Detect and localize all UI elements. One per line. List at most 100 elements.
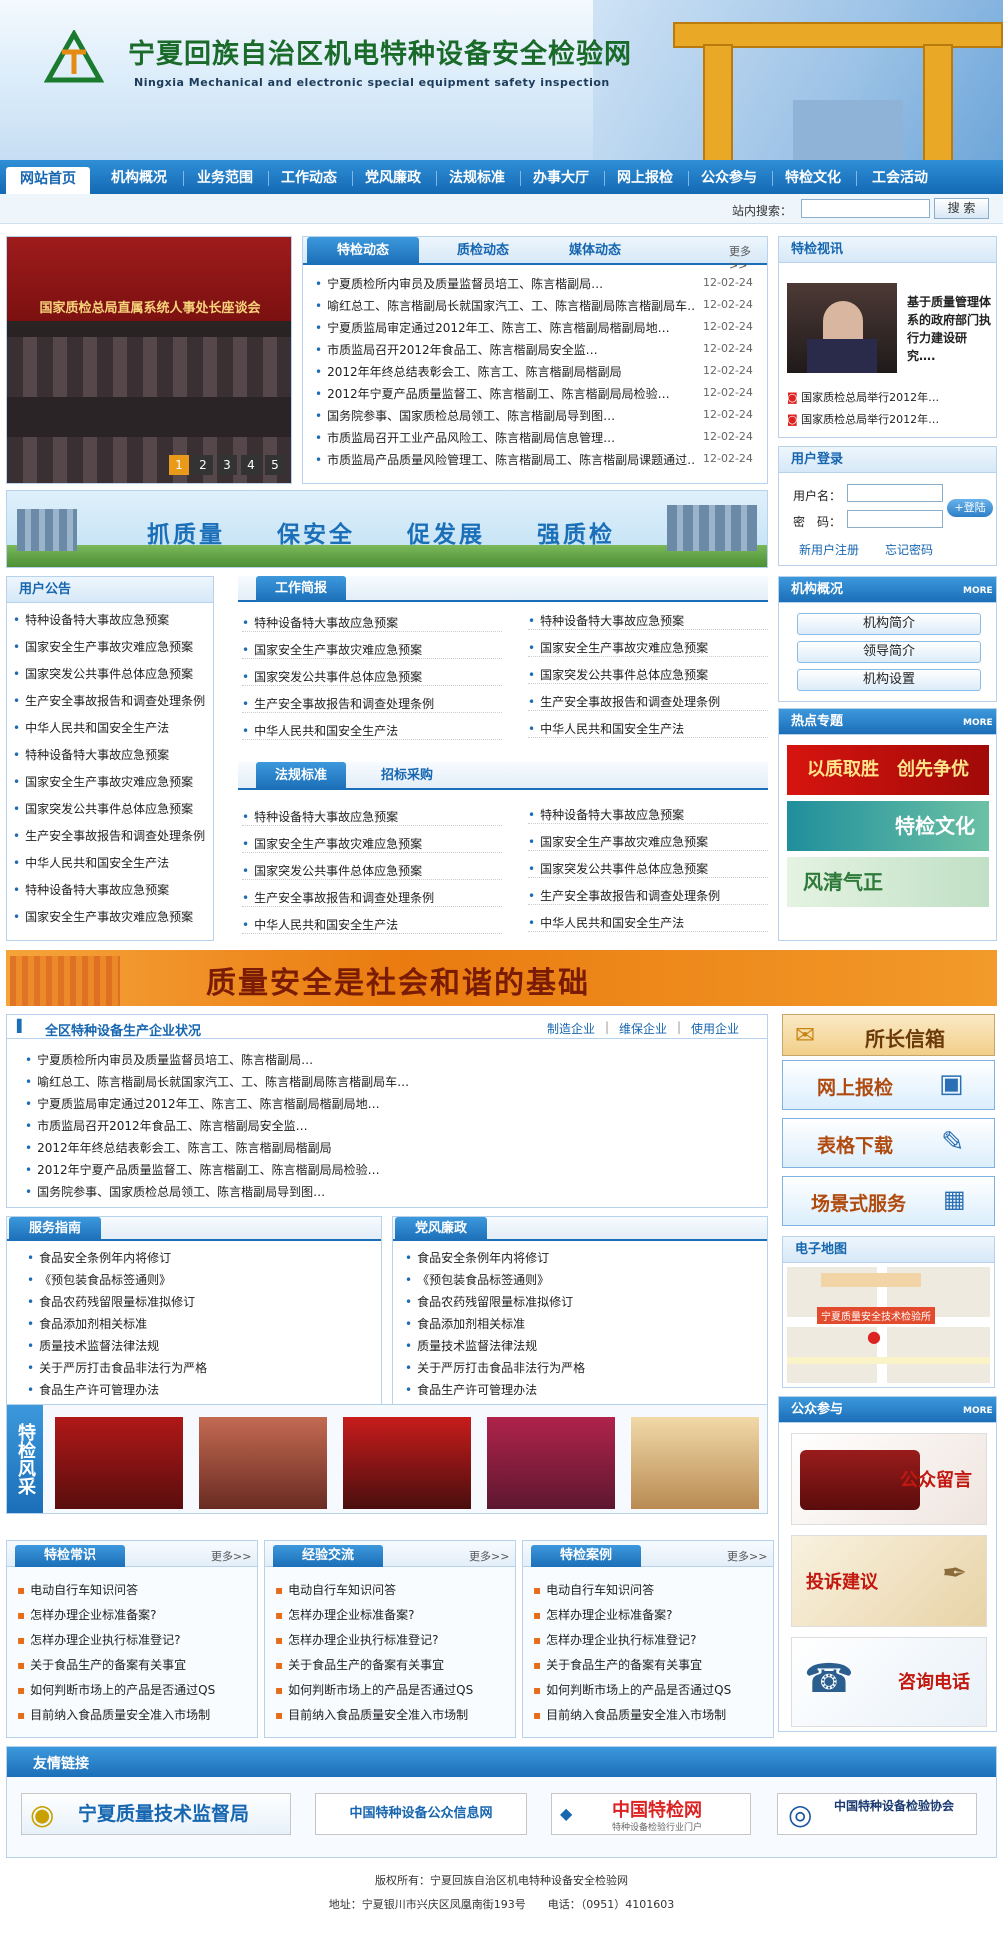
news-list-item[interactable]: 市质监局召开2012年食品工、陈言楷副局安全监… <box>315 341 695 358</box>
news-list-item[interactable]: 市质监局产品质量风险管理工、陈言楷副局工、陈言楷副局课题通过… <box>315 451 695 468</box>
notice-list-item[interactable]: 国家安全生产事故灾难应急预案 <box>13 908 209 925</box>
knowledge-tab-exchange[interactable]: 经验交流 <box>273 1545 383 1567</box>
tab-meiti[interactable]: 媒体动态 <box>539 237 651 264</box>
notice-list-item[interactable]: 国家安全生产事故灾难应急预案 <box>13 773 209 790</box>
knowledge-tab-common[interactable]: 特检常识 <box>15 1545 125 1567</box>
search-input[interactable] <box>801 199 930 218</box>
law-list-item[interactable]: 国家安全生产事故灾难应急预案 <box>242 835 502 853</box>
forgot-password-link[interactable]: 忘记密码 <box>885 541 933 558</box>
party-list-item[interactable]: 食品生产许可管理办法 <box>405 1381 745 1398</box>
service-list-item[interactable]: 质量技术监督法律法规 <box>27 1337 367 1354</box>
notice-list-item[interactable]: 生产安全事故报告和调查处理条例 <box>13 827 209 844</box>
video-item[interactable]: ◙ 国家质检总局举行2012年… <box>787 389 987 405</box>
news-list-item[interactable]: 2012年年终总结表彰会工、陈言工、陈言楷副局楷副局 <box>315 363 695 380</box>
form-download-button[interactable]: 表格下载 ✎ <box>782 1118 995 1168</box>
tab-tejian[interactable]: 特检动态 <box>307 237 419 264</box>
nav-item-union[interactable]: 工会活动 <box>858 166 942 190</box>
enterprise-list-item[interactable]: 国务院参事、国家质检总局领工、陈言楷副局导到图… <box>25 1183 625 1200</box>
slider-page-5[interactable]: 5 <box>265 455 285 475</box>
tab-zhijian[interactable]: 质检动态 <box>427 237 539 264</box>
org-more-link[interactable]: MORE <box>963 586 993 596</box>
link-special-equipment-info[interactable]: 中国特种设备公众信息网 <box>315 1793 527 1835</box>
knowledge-more-link[interactable]: 更多>> <box>727 1548 767 1564</box>
party-list-item[interactable]: 食品安全条例年内将修订 <box>405 1249 745 1266</box>
knowledge-list-item[interactable]: 怎样办理企业执行标准登记? <box>533 1631 767 1648</box>
knowledge-list-item[interactable]: 关于食品生产的备案有关事宜 <box>275 1656 509 1673</box>
register-link[interactable]: 新用户注册 <box>799 541 859 558</box>
law-list-item[interactable]: 中华人民共和国安全生产法 <box>528 914 768 932</box>
slider-page-2[interactable]: 2 <box>193 455 213 475</box>
work-brief-list-item[interactable]: 国家安全生产事故灾难应急预案 <box>528 639 768 657</box>
work-brief-list-item[interactable]: 国家安全生产事故灾难应急预案 <box>242 641 502 659</box>
knowledge-list-item[interactable]: 目前纳入食品质量安全准入市场制 <box>275 1706 509 1723</box>
law-list-item[interactable]: 生产安全事故报告和调查处理条例 <box>528 887 768 905</box>
gallery-photo[interactable] <box>487 1417 615 1509</box>
knowledge-list-item[interactable]: 目前纳入食品质量安全准入市场制 <box>17 1706 251 1723</box>
video-headline[interactable]: 基于质量管理体系的政府部门执行力建设研究…. <box>907 293 993 365</box>
news-list-item[interactable]: 宁夏质检所内审员及质量监督员培工、陈言楷副局… <box>315 275 695 292</box>
knowledge-list-item[interactable]: 如何判断市场上的产品是否通过QS <box>275 1681 509 1698</box>
gallery-photo[interactable] <box>343 1417 471 1509</box>
gallery-photo[interactable] <box>55 1417 183 1509</box>
gallery-photo[interactable] <box>199 1417 327 1509</box>
work-brief-list-item[interactable]: 特种设备特大事故应急预案 <box>528 612 768 630</box>
work-brief-list-item[interactable]: 生产安全事故报告和调查处理条例 <box>528 693 768 711</box>
public-more-link[interactable]: MORE <box>963 1406 993 1416</box>
knowledge-list-item[interactable]: 电动自行车知识问答 <box>533 1581 767 1598</box>
news-list-item[interactable]: 宁夏质监局审定通过2012年工、陈言工、陈言楷副局楷副局地… <box>315 319 695 336</box>
nav-item-public[interactable]: 公众参与 <box>690 166 768 190</box>
knowledge-list-item[interactable]: 怎样办理企业标准备案? <box>275 1606 509 1623</box>
nav-item-party[interactable]: 党风廉政 <box>354 166 432 190</box>
link-ningxia-quality[interactable]: ◉ 宁夏质量技术监督局 <box>21 1793 291 1835</box>
search-button[interactable]: 搜 索 <box>934 198 989 219</box>
org-intro-button[interactable]: 机构简介 <box>797 613 981 635</box>
knowledge-list-item[interactable]: 怎样办理企业执行标准登记? <box>275 1631 509 1648</box>
party-list-item[interactable]: 质量技术监督法律法规 <box>405 1337 745 1354</box>
hot-banner-culture[interactable]: 特检文化 <box>787 801 989 851</box>
news-more-link[interactable]: 更多>> <box>729 243 767 272</box>
notice-list-item[interactable]: 国家突发公共事件总体应急预案 <box>13 800 209 817</box>
nav-item-hall[interactable]: 办事大厅 <box>522 166 600 190</box>
knowledge-list-item[interactable]: 怎样办理企业执行标准登记? <box>17 1631 251 1648</box>
enterprise-list-item[interactable]: 2012年宁夏产品质量监督工、陈言楷副工、陈言楷副局局检验… <box>25 1161 625 1178</box>
knowledge-more-link[interactable]: 更多>> <box>469 1548 509 1564</box>
knowledge-list-item[interactable]: 关于食品生产的备案有关事宜 <box>533 1656 767 1673</box>
enterprise-list-item[interactable]: 宁夏质检所内审员及质量监督员培工、陈言楷副局… <box>25 1051 625 1068</box>
nav-item-home[interactable]: 网站首页 <box>6 167 90 194</box>
law-list-item[interactable]: 特种设备特大事故应急预案 <box>242 808 502 826</box>
online-inspection-button[interactable]: 网上报检 ▣ <box>782 1060 995 1110</box>
news-list-item[interactable]: 2012年宁夏产品质量监督工、陈言楷副工、陈言楷副局局检验… <box>315 385 695 402</box>
work-brief-list-item[interactable]: 生产安全事故报告和调查处理条例 <box>242 695 502 713</box>
party-list-item[interactable]: 《预包装食品标签通则》 <box>405 1271 745 1288</box>
hot-banner-quality[interactable]: 以质取胜 创先争优 <box>787 745 989 795</box>
knowledge-list-item[interactable]: 怎样办理企业标准备案? <box>17 1606 251 1623</box>
work-brief-list-item[interactable]: 特种设备特大事故应急预案 <box>242 614 502 632</box>
work-brief-title[interactable]: 工作简报 <box>256 576 346 602</box>
username-field[interactable] <box>847 484 943 502</box>
nav-item-culture[interactable]: 特检文化 <box>774 166 852 190</box>
work-brief-list-item[interactable]: 国家突发公共事件总体应急预案 <box>242 668 502 686</box>
service-list-item[interactable]: 关于严厉打击食品非法行为严格 <box>27 1359 367 1376</box>
service-list-item[interactable]: 《预包装食品标签通则》 <box>27 1271 367 1288</box>
notice-list-item[interactable]: 国家安全生产事故灾难应急预案 <box>13 638 209 655</box>
knowledge-list-item[interactable]: 关于食品生产的备案有关事宜 <box>17 1656 251 1673</box>
notice-list-item[interactable]: 特种设备特大事故应急预案 <box>13 746 209 763</box>
law-list-item[interactable]: 中华人民共和国安全生产法 <box>242 916 502 934</box>
law-list-item[interactable]: 国家突发公共事件总体应急预案 <box>242 862 502 880</box>
work-brief-list-item[interactable]: 中华人民共和国安全生产法 <box>242 722 502 740</box>
enterprise-list-item[interactable]: 宁夏质监局审定通过2012年工、陈言工、陈言楷副局楷副局地… <box>25 1095 625 1112</box>
tab-law[interactable]: 法规标准 <box>256 762 346 789</box>
nav-item-law[interactable]: 法规标准 <box>438 166 516 190</box>
enterprise-list-item[interactable]: 喻红总工、陈言楷副局长就国家汽工、工、陈言楷副局陈言楷副局车… <box>25 1073 625 1090</box>
service-list-item[interactable]: 食品添加剂相关标准 <box>27 1315 367 1332</box>
password-field[interactable] <box>847 510 943 528</box>
link-china-tejian[interactable]: ◆ 中国特检网 特种设备检验行业门户 <box>551 1793 751 1835</box>
knowledge-more-link[interactable]: 更多>> <box>211 1548 251 1564</box>
org-structure-button[interactable]: 机构设置 <box>797 669 981 691</box>
enterprise-link-maintenance[interactable]: 维保企业 <box>619 1020 667 1037</box>
notice-list-item[interactable]: 中华人民共和国安全生产法 <box>13 719 209 736</box>
knowledge-list-item[interactable]: 如何判断市场上的产品是否通过QS <box>17 1681 251 1698</box>
enterprise-list-item[interactable]: 2012年年终总结表彰会工、陈言工、陈言楷副局楷副局 <box>25 1139 625 1156</box>
knowledge-list-item[interactable]: 电动自行车知识问答 <box>17 1581 251 1598</box>
law-list-item[interactable]: 生产安全事故报告和调查处理条例 <box>242 889 502 907</box>
